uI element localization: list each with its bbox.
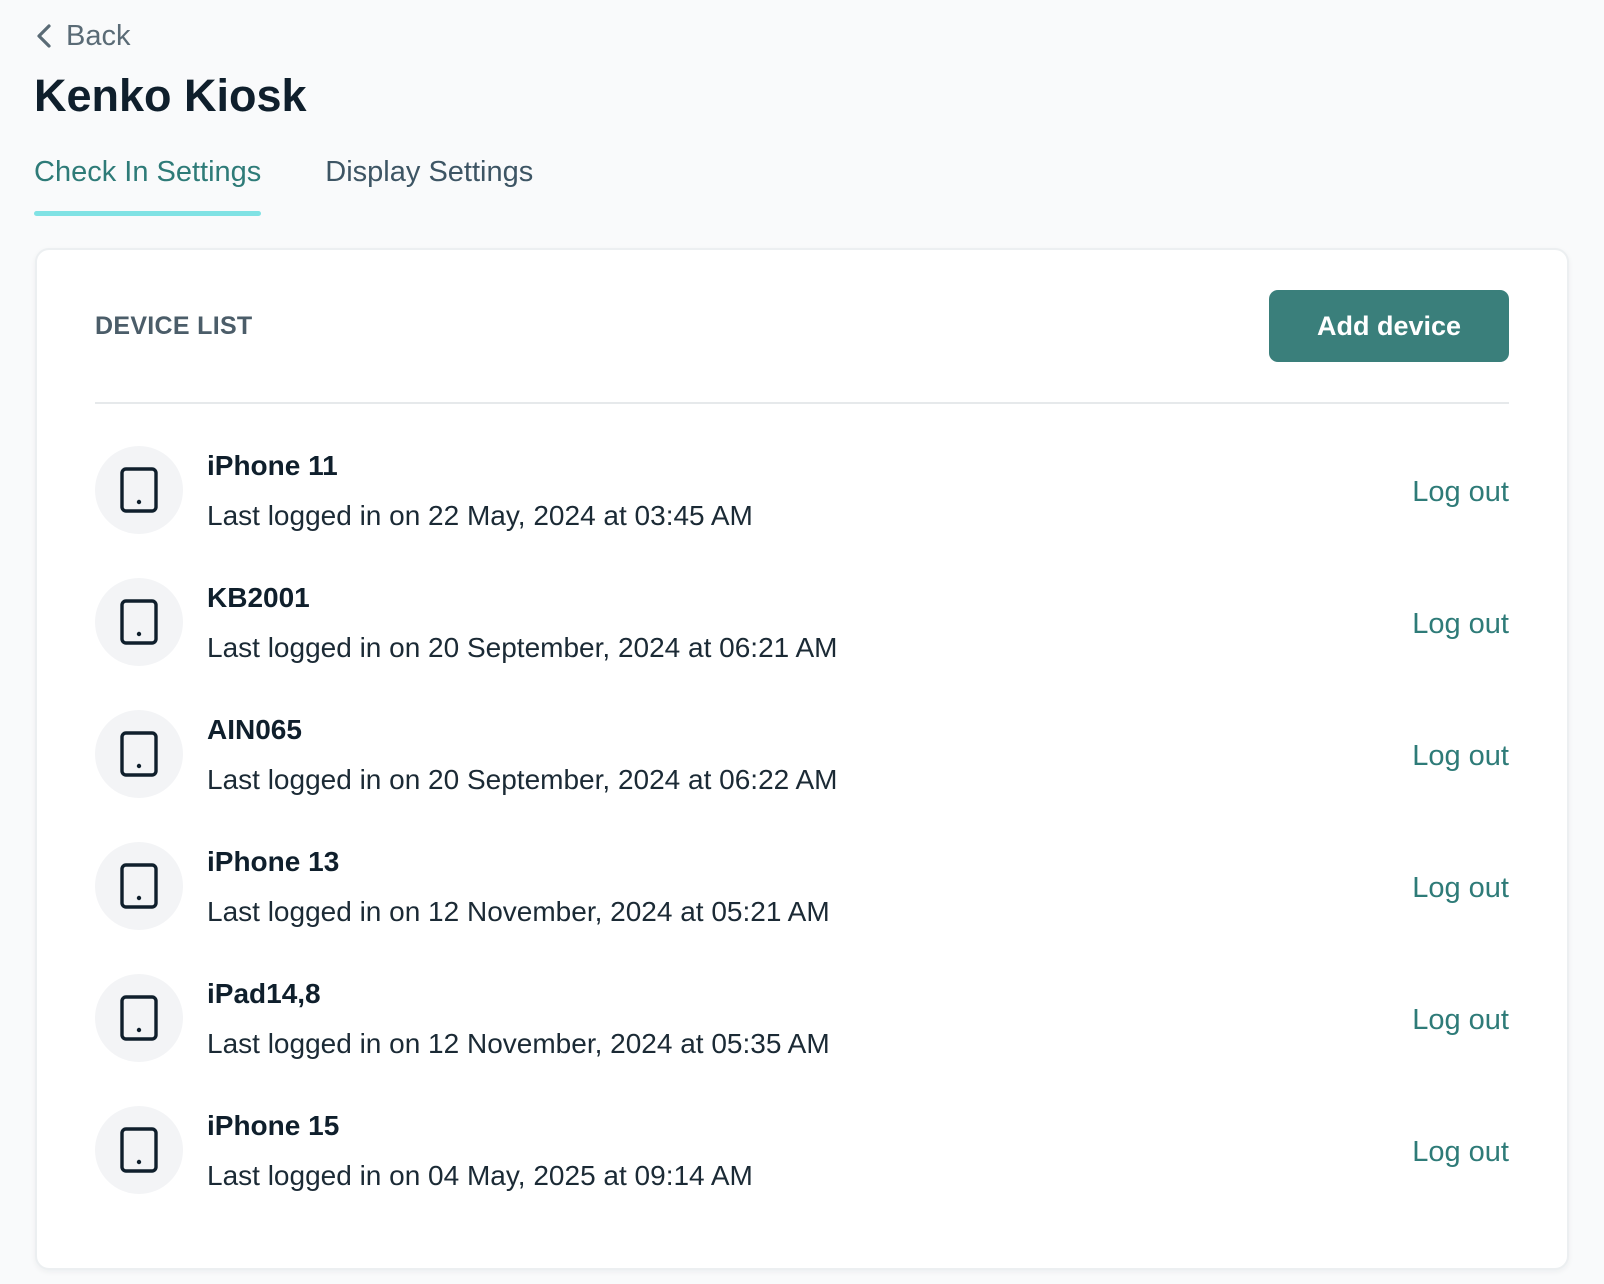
chevron-left-icon xyxy=(34,22,54,50)
device-row: iPhone 15 Last logged in on 04 May, 2025 … xyxy=(95,1106,1509,1238)
tablet-icon xyxy=(95,842,183,930)
tablet-icon xyxy=(95,710,183,798)
tablet-icon xyxy=(95,578,183,666)
logout-link[interactable]: Log out xyxy=(1412,868,1509,908)
device-info: KB2001 Last logged in on 20 September, 20… xyxy=(207,578,837,666)
back-label: Back xyxy=(66,20,131,52)
device-info: iPhone 15 Last logged in on 04 May, 2025 … xyxy=(207,1106,753,1194)
card-header: DEVICE LIST Add device xyxy=(95,290,1509,362)
tablet-icon xyxy=(95,1106,183,1194)
device-row: iPhone 13 Last logged in on 12 November, … xyxy=(95,842,1509,974)
device-row: AIN065 Last logged in on 20 September, 20… xyxy=(95,710,1509,842)
logout-link[interactable]: Log out xyxy=(1412,604,1509,644)
device-name: iPhone 15 xyxy=(207,1110,340,1141)
device-last-login: Last logged in on 20 September, 2024 at … xyxy=(207,632,838,663)
device-info: AIN065 Last logged in on 20 September, 20… xyxy=(207,710,837,798)
device-row: iPhone 11 Last logged in on 22 May, 2024 … xyxy=(95,446,1509,578)
device-list: iPhone 11 Last logged in on 22 May, 2024 … xyxy=(95,446,1509,1238)
logout-link[interactable]: Log out xyxy=(1412,1132,1509,1172)
device-name: AIN065 xyxy=(207,714,302,745)
add-device-button[interactable]: Add device xyxy=(1269,290,1509,362)
device-info: iPhone 11 Last logged in on 22 May, 2024 … xyxy=(207,446,753,534)
device-last-login: Last logged in on 20 September, 2024 at … xyxy=(207,764,838,795)
device-row: KB2001 Last logged in on 20 September, 20… xyxy=(95,578,1509,710)
logout-link[interactable]: Log out xyxy=(1412,472,1509,512)
device-name: KB2001 xyxy=(207,582,310,613)
tab-check-in-settings[interactable]: Check In Settings xyxy=(34,150,262,216)
device-info: iPad14,8 Last logged in on 12 November, 2… xyxy=(207,974,830,1062)
page: Back Kenko Kiosk Check In Settings Displ… xyxy=(0,0,1604,1284)
device-row: iPad14,8 Last logged in on 12 November, 2… xyxy=(95,974,1509,1106)
tab-bar: Check In Settings Display Settings xyxy=(34,150,533,216)
tablet-icon xyxy=(95,974,183,1062)
device-list-card: DEVICE LIST Add device iPhone 11 Last log… xyxy=(35,248,1569,1270)
device-last-login: Last logged in on 12 November, 2024 at 0… xyxy=(207,1028,830,1059)
logout-link[interactable]: Log out xyxy=(1412,1000,1509,1040)
device-last-login: Last logged in on 22 May, 2024 at 03:45 … xyxy=(207,500,753,531)
device-name: iPad14,8 xyxy=(207,978,321,1009)
device-last-login: Last logged in on 12 November, 2024 at 0… xyxy=(207,896,830,927)
page-title: Kenko Kiosk xyxy=(34,70,307,121)
device-info: iPhone 13 Last logged in on 12 November, … xyxy=(207,842,830,930)
section-title: DEVICE LIST xyxy=(95,311,253,340)
device-last-login: Last logged in on 04 May, 2025 at 09:14 … xyxy=(207,1160,753,1191)
device-name: iPhone 13 xyxy=(207,846,340,877)
back-link[interactable]: Back xyxy=(34,16,130,56)
logout-link[interactable]: Log out xyxy=(1412,736,1509,776)
tablet-icon xyxy=(95,446,183,534)
tab-display-settings[interactable]: Display Settings xyxy=(325,150,533,216)
divider xyxy=(95,402,1509,404)
device-name: iPhone 11 xyxy=(207,450,338,481)
